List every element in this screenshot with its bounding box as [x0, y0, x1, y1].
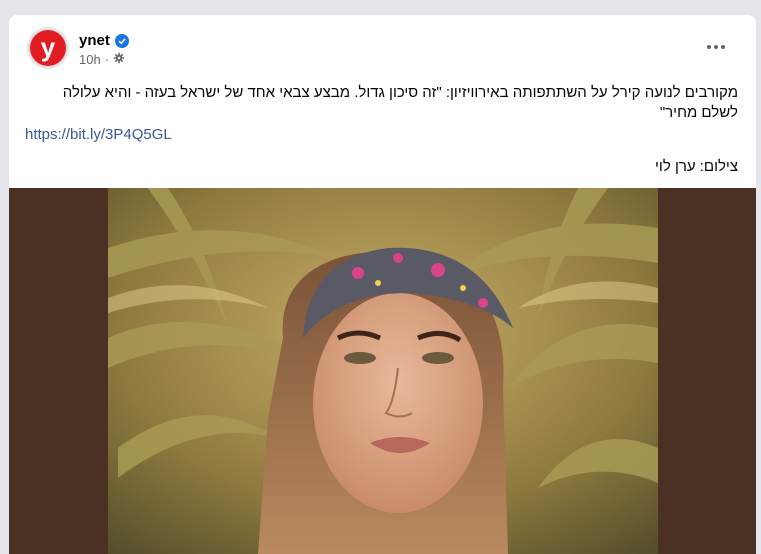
post-photo[interactable]	[108, 188, 658, 554]
post-image-frame	[9, 188, 756, 554]
page-name-row: ynet	[79, 32, 129, 49]
meta-separator: ·	[104, 52, 110, 67]
more-options-icon[interactable]	[698, 37, 734, 57]
post-meta: 10h ·	[79, 52, 125, 67]
post-timestamp[interactable]: 10h	[79, 52, 101, 67]
verified-badge-icon	[114, 33, 129, 48]
photo-credit: צילום: ערן לוי	[655, 158, 738, 175]
post-link[interactable]: https://bit.ly/3P4Q5GL	[25, 126, 172, 143]
ynet-logo: y	[30, 30, 66, 66]
page-name-link[interactable]: ynet	[79, 32, 110, 49]
audience-icon[interactable]	[113, 52, 125, 67]
page-avatar[interactable]: y	[27, 27, 69, 69]
post-text: מקורבים לנועה קירל על השתתפותה באירוויזי…	[62, 84, 738, 121]
post-card: y ynet 10h · מקורבים לנועה קירל על השתתפ…	[9, 15, 756, 554]
